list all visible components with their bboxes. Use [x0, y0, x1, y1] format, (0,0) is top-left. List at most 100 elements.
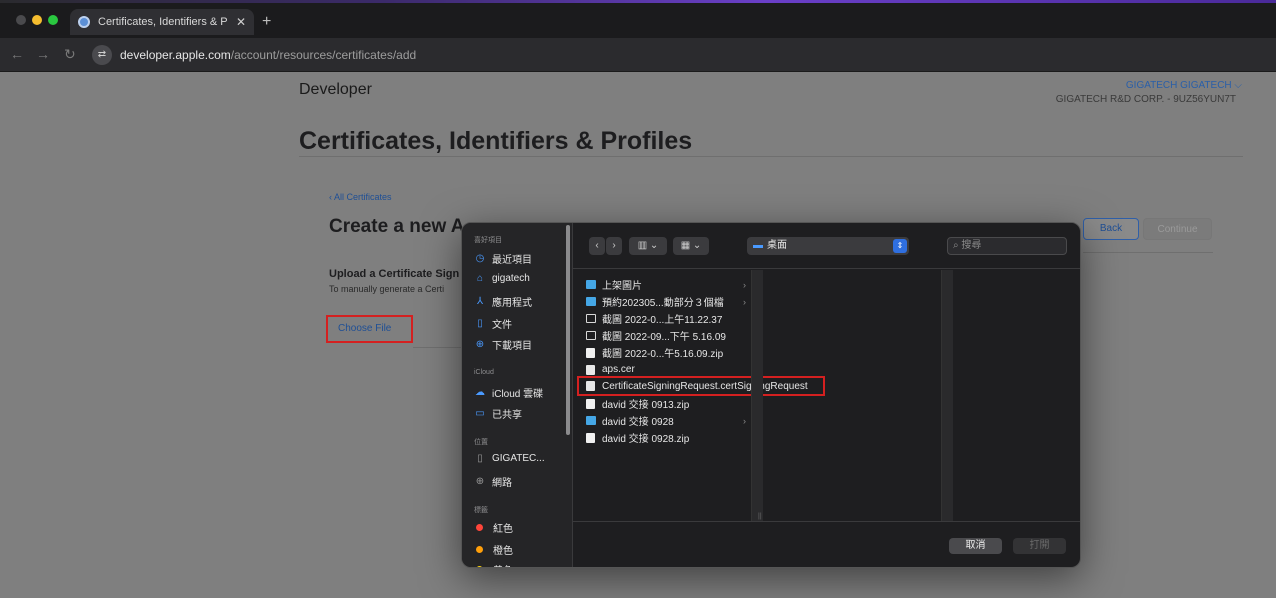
red-tag-icon	[476, 524, 483, 531]
folder-icon	[586, 297, 596, 306]
address-bar: ← → ↻ ⇄ developer.apple.com/account/reso…	[0, 38, 1276, 72]
url-field[interactable]: developer.apple.com/account/resources/ce…	[120, 48, 416, 62]
group-by-button[interactable]: ▦ ⌄	[673, 237, 709, 255]
sidebar-item-label: 下載項目	[492, 341, 532, 352]
icloud-heading: iCloud	[474, 369, 494, 376]
site-settings-icon[interactable]: ⇄	[92, 45, 112, 65]
upload-heading: Upload a Certificate Sign	[329, 268, 460, 280]
developer-logo[interactable]: Developer	[299, 81, 372, 99]
chevron-right-icon: ›	[743, 415, 746, 426]
window-zoom-button[interactable]	[48, 15, 58, 25]
cancel-button[interactable]: 取消	[949, 538, 1002, 554]
zip-icon	[586, 347, 595, 358]
file-row[interactable]: 預約202305...動部分３個檔 ›	[586, 293, 756, 310]
clock-icon: ◷	[475, 253, 485, 264]
dialog-sidebar: 喜好項目 ◷ 最近項目 ⌂ gigatech ⅄ 應用程式 ▯ 文件 ⊕ 下載項目 iCl…	[462, 223, 573, 567]
sidebar-item-home[interactable]: ⌂ gigatech	[474, 273, 530, 284]
location-label: 桌面	[767, 240, 787, 251]
sidebar-scrollbar[interactable]	[566, 225, 570, 435]
document-icon	[586, 364, 595, 375]
search-placeholder: 搜尋	[961, 240, 982, 251]
cloud-icon: ☁	[475, 387, 485, 398]
shared-folder-icon: ▭	[475, 408, 485, 419]
dialog-back-button[interactable]: ‹	[589, 237, 605, 255]
file-row[interactable]: 截圖 2022-0...午5.16.09.zip	[586, 344, 756, 361]
open-button[interactable]: 打開	[1013, 538, 1066, 554]
file-name: 截圖 2022-0...上午11.22.37	[602, 315, 723, 326]
columns-view-icon: ▥ ⌄	[637, 240, 659, 251]
browser-tab[interactable]: Certificates, Identifiers & Profi ✕	[70, 9, 254, 35]
browser-tab-bar: Certificates, Identifiers & Profi ✕ +	[0, 0, 1276, 38]
file-name: david 交接 0928.zip	[602, 434, 690, 445]
sidebar-tag-orange[interactable]: 橙色	[474, 542, 513, 557]
file-column-2	[765, 270, 941, 521]
locations-heading: 位置	[474, 439, 488, 446]
screenshot-icon	[586, 331, 596, 340]
folder-icon	[586, 280, 596, 289]
file-column-3	[953, 270, 1080, 521]
orange-tag-icon	[476, 546, 483, 553]
sidebar-item-label: 最近項目	[492, 255, 532, 266]
back-arrow-icon[interactable]: ←	[10, 46, 24, 62]
file-row[interactable]: 截圖 2022-09...下午 5.16.09	[586, 327, 756, 344]
sidebar-item-downloads[interactable]: ⊕ 下載項目	[474, 337, 532, 352]
sidebar-item-label: iCloud 雲碟	[492, 389, 544, 400]
url-path: /account/resources/certificates/add	[230, 48, 417, 62]
window-minimize-button[interactable]	[32, 15, 42, 25]
screenshot-icon	[586, 314, 596, 323]
sidebar-item-documents[interactable]: ▯ 文件	[474, 316, 512, 331]
tab-title: Certificates, Identifiers & Profi	[98, 16, 228, 28]
globe-icon: ⊕	[475, 476, 485, 487]
sidebar-item-network[interactable]: ⊕ 網路	[474, 474, 512, 489]
document-icon: ▯	[477, 318, 483, 329]
sidebar-item-icloud-drive[interactable]: ☁ iCloud 雲碟	[474, 385, 543, 400]
tab-bar-accent	[0, 0, 1276, 3]
apps-icon: ⅄	[476, 296, 484, 307]
back-button[interactable]: Back	[1083, 218, 1139, 240]
sidebar-item-applications[interactable]: ⅄ 應用程式	[474, 294, 532, 309]
column-divider[interactable]	[941, 270, 953, 521]
column-divider[interactable]	[751, 270, 763, 521]
file-column-1: 上架圖片 › 預約202305...動部分３個檔 › 截圖 2022-0...上午1…	[573, 270, 825, 521]
sidebar-item-label: 已共享	[492, 410, 522, 421]
file-name: 截圖 2022-0...午5.16.09.zip	[602, 349, 724, 360]
sidebar-item-label: 網路	[492, 478, 512, 489]
continue-button[interactable]: Continue	[1143, 218, 1212, 240]
file-name: david 交接 0913.zip	[602, 400, 690, 411]
sidebar-item-recents[interactable]: ◷ 最近項目	[474, 251, 532, 266]
reload-icon[interactable]: ↻	[64, 46, 76, 63]
search-input[interactable]: ⌕ 搜尋	[947, 237, 1067, 255]
sidebar-item-label: 應用程式	[492, 298, 532, 309]
all-certificates-link[interactable]: ‹ All Certificates	[329, 192, 392, 202]
sidebar-item-disk[interactable]: ▯ GIGATEC...	[474, 453, 545, 464]
file-row[interactable]: 上架圖片 ›	[586, 276, 756, 293]
file-row[interactable]: david 交接 0913.zip	[586, 395, 756, 412]
sidebar-item-shared[interactable]: ▭ 已共享	[474, 406, 522, 421]
choose-file-button[interactable]: Choose File	[326, 315, 413, 343]
file-row[interactable]: david 交接 0928.zip	[586, 429, 756, 446]
file-row[interactable]: david 交接 0928 ›	[586, 412, 756, 429]
dialog-forward-button[interactable]: ›	[606, 237, 622, 255]
sidebar-tag-yellow[interactable]: 黃色	[474, 562, 513, 567]
sidebar-item-label: GIGATEC...	[492, 453, 545, 464]
window-close-button[interactable]	[16, 15, 26, 25]
view-mode-button[interactable]: ▥ ⌄	[629, 237, 667, 255]
folder-icon	[586, 416, 596, 425]
sidebar-tag-red[interactable]: 紅色	[474, 520, 513, 535]
forward-arrow-icon[interactable]: →	[36, 46, 50, 62]
favorites-heading: 喜好項目	[474, 237, 502, 244]
file-name: 預約202305...動部分３個檔	[602, 298, 724, 309]
zip-icon	[586, 432, 595, 443]
favicon-icon	[78, 16, 90, 28]
logo-text: Developer	[299, 81, 372, 98]
title-divider	[299, 156, 1243, 157]
file-row[interactable]: 截圖 2022-0...上午11.22.37	[586, 310, 756, 327]
column-resize-handle[interactable]: ||	[758, 513, 762, 520]
tab-close-icon[interactable]: ✕	[236, 15, 246, 29]
account-menu[interactable]: GIGATECH GIGATECH ⌵	[1126, 80, 1242, 91]
location-popup[interactable]: ▬ 桌面 ⇕	[747, 237, 909, 255]
new-tab-button[interactable]: +	[262, 13, 271, 31]
document-icon	[586, 381, 595, 391]
create-certificate-heading: Create a new A	[329, 216, 465, 237]
file-name: aps.cer	[602, 364, 635, 375]
